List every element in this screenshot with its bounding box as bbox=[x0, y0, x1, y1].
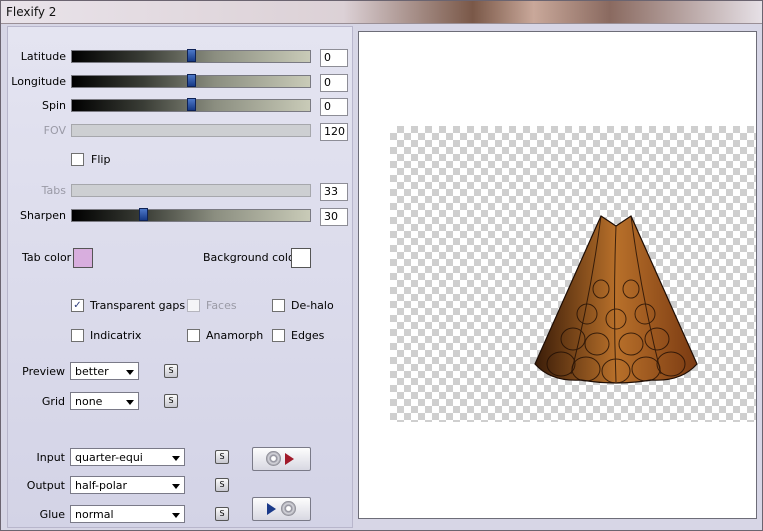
preview-select[interactable]: better bbox=[70, 362, 139, 380]
input-s-button[interactable]: S bbox=[215, 450, 229, 464]
input-label: Input bbox=[36, 451, 65, 464]
anamorph-checkbox[interactable] bbox=[187, 329, 200, 342]
anamorph-label: Anamorph bbox=[206, 329, 264, 342]
tab-color-label: Tab color bbox=[22, 251, 72, 264]
glue-s-button[interactable]: S bbox=[215, 507, 229, 521]
play-right-icon bbox=[285, 453, 294, 465]
flip-label: Flip bbox=[91, 153, 111, 166]
fov-value: 120 bbox=[320, 123, 348, 141]
latitude-slider[interactable] bbox=[71, 49, 311, 63]
longitude-value[interactable]: 0 bbox=[320, 74, 348, 92]
glue-select[interactable]: normal bbox=[70, 505, 185, 523]
transparent-gaps-label: Transparent gaps bbox=[90, 299, 186, 312]
grid-label: Grid bbox=[41, 395, 65, 408]
tabs-value: 33 bbox=[320, 183, 348, 201]
input-select[interactable]: quarter-equi bbox=[70, 448, 185, 466]
chevron-down-icon bbox=[172, 456, 180, 461]
latitude-value[interactable]: 0 bbox=[320, 49, 348, 67]
tab-color-swatch[interactable] bbox=[73, 248, 93, 268]
output-label: Output bbox=[26, 479, 65, 492]
latitude-slider-thumb[interactable] bbox=[187, 49, 196, 62]
fov-slider bbox=[71, 124, 311, 137]
spin-label: Spin bbox=[42, 99, 66, 112]
edges-label: Edges bbox=[291, 329, 325, 342]
tabs-slider bbox=[71, 184, 311, 197]
spin-value[interactable]: 0 bbox=[320, 98, 348, 116]
chevron-down-icon bbox=[172, 513, 180, 518]
sharpen-slider-thumb[interactable] bbox=[139, 208, 148, 221]
grid-select-value: none bbox=[75, 395, 103, 408]
title-bar[interactable]: Flexify 2 bbox=[1, 1, 762, 24]
faces-label: Faces bbox=[206, 299, 237, 312]
tabs-label: Tabs bbox=[41, 184, 66, 197]
background-color-swatch[interactable] bbox=[291, 248, 311, 268]
fov-label: FOV bbox=[43, 124, 66, 137]
input-select-value: quarter-equi bbox=[75, 451, 143, 464]
flexify-window: Flexify 2 Latitude 0 Longitude 0 Spin 0 … bbox=[0, 0, 763, 531]
sharpen-label: Sharpen bbox=[20, 209, 66, 222]
de-halo-checkbox[interactable] bbox=[272, 299, 285, 312]
de-halo-label: De-halo bbox=[291, 299, 334, 312]
sharpen-value[interactable]: 30 bbox=[320, 208, 348, 226]
import-button[interactable] bbox=[252, 447, 311, 471]
preview-s-button[interactable]: S bbox=[164, 364, 178, 378]
disc-icon bbox=[266, 451, 281, 466]
glue-label: Glue bbox=[39, 508, 65, 521]
indicatrix-checkbox[interactable] bbox=[71, 329, 84, 342]
chevron-down-icon bbox=[126, 370, 134, 375]
flexified-image-preview bbox=[534, 215, 698, 384]
sharpen-slider[interactable] bbox=[71, 208, 311, 222]
indicatrix-label: Indicatrix bbox=[90, 329, 142, 342]
longitude-slider-thumb[interactable] bbox=[187, 74, 196, 87]
longitude-label: Longitude bbox=[11, 75, 66, 88]
spin-slider-thumb[interactable] bbox=[187, 98, 196, 111]
background-color-label: Background color bbox=[203, 251, 300, 264]
disc-icon bbox=[281, 501, 296, 516]
output-select-value: half-polar bbox=[75, 479, 128, 492]
window-title: Flexify 2 bbox=[6, 5, 57, 19]
glue-select-value: normal bbox=[75, 508, 114, 521]
chevron-down-icon bbox=[126, 400, 134, 405]
grid-s-button[interactable]: S bbox=[164, 394, 178, 408]
spin-slider[interactable] bbox=[71, 98, 311, 112]
output-s-button[interactable]: S bbox=[215, 478, 229, 492]
longitude-slider[interactable] bbox=[71, 74, 311, 88]
grid-select[interactable]: none bbox=[70, 392, 139, 410]
play-right-icon bbox=[267, 503, 276, 515]
latitude-label: Latitude bbox=[20, 50, 66, 63]
output-select[interactable]: half-polar bbox=[70, 476, 185, 494]
flip-checkbox[interactable] bbox=[71, 153, 84, 166]
export-button[interactable] bbox=[252, 497, 311, 521]
chevron-down-icon bbox=[172, 484, 180, 489]
edges-checkbox[interactable] bbox=[272, 329, 285, 342]
preview-select-value: better bbox=[75, 365, 109, 378]
faces-checkbox bbox=[187, 299, 200, 312]
transparent-gaps-checkbox[interactable]: ✓ bbox=[71, 299, 84, 312]
preview-label: Preview bbox=[22, 365, 65, 378]
